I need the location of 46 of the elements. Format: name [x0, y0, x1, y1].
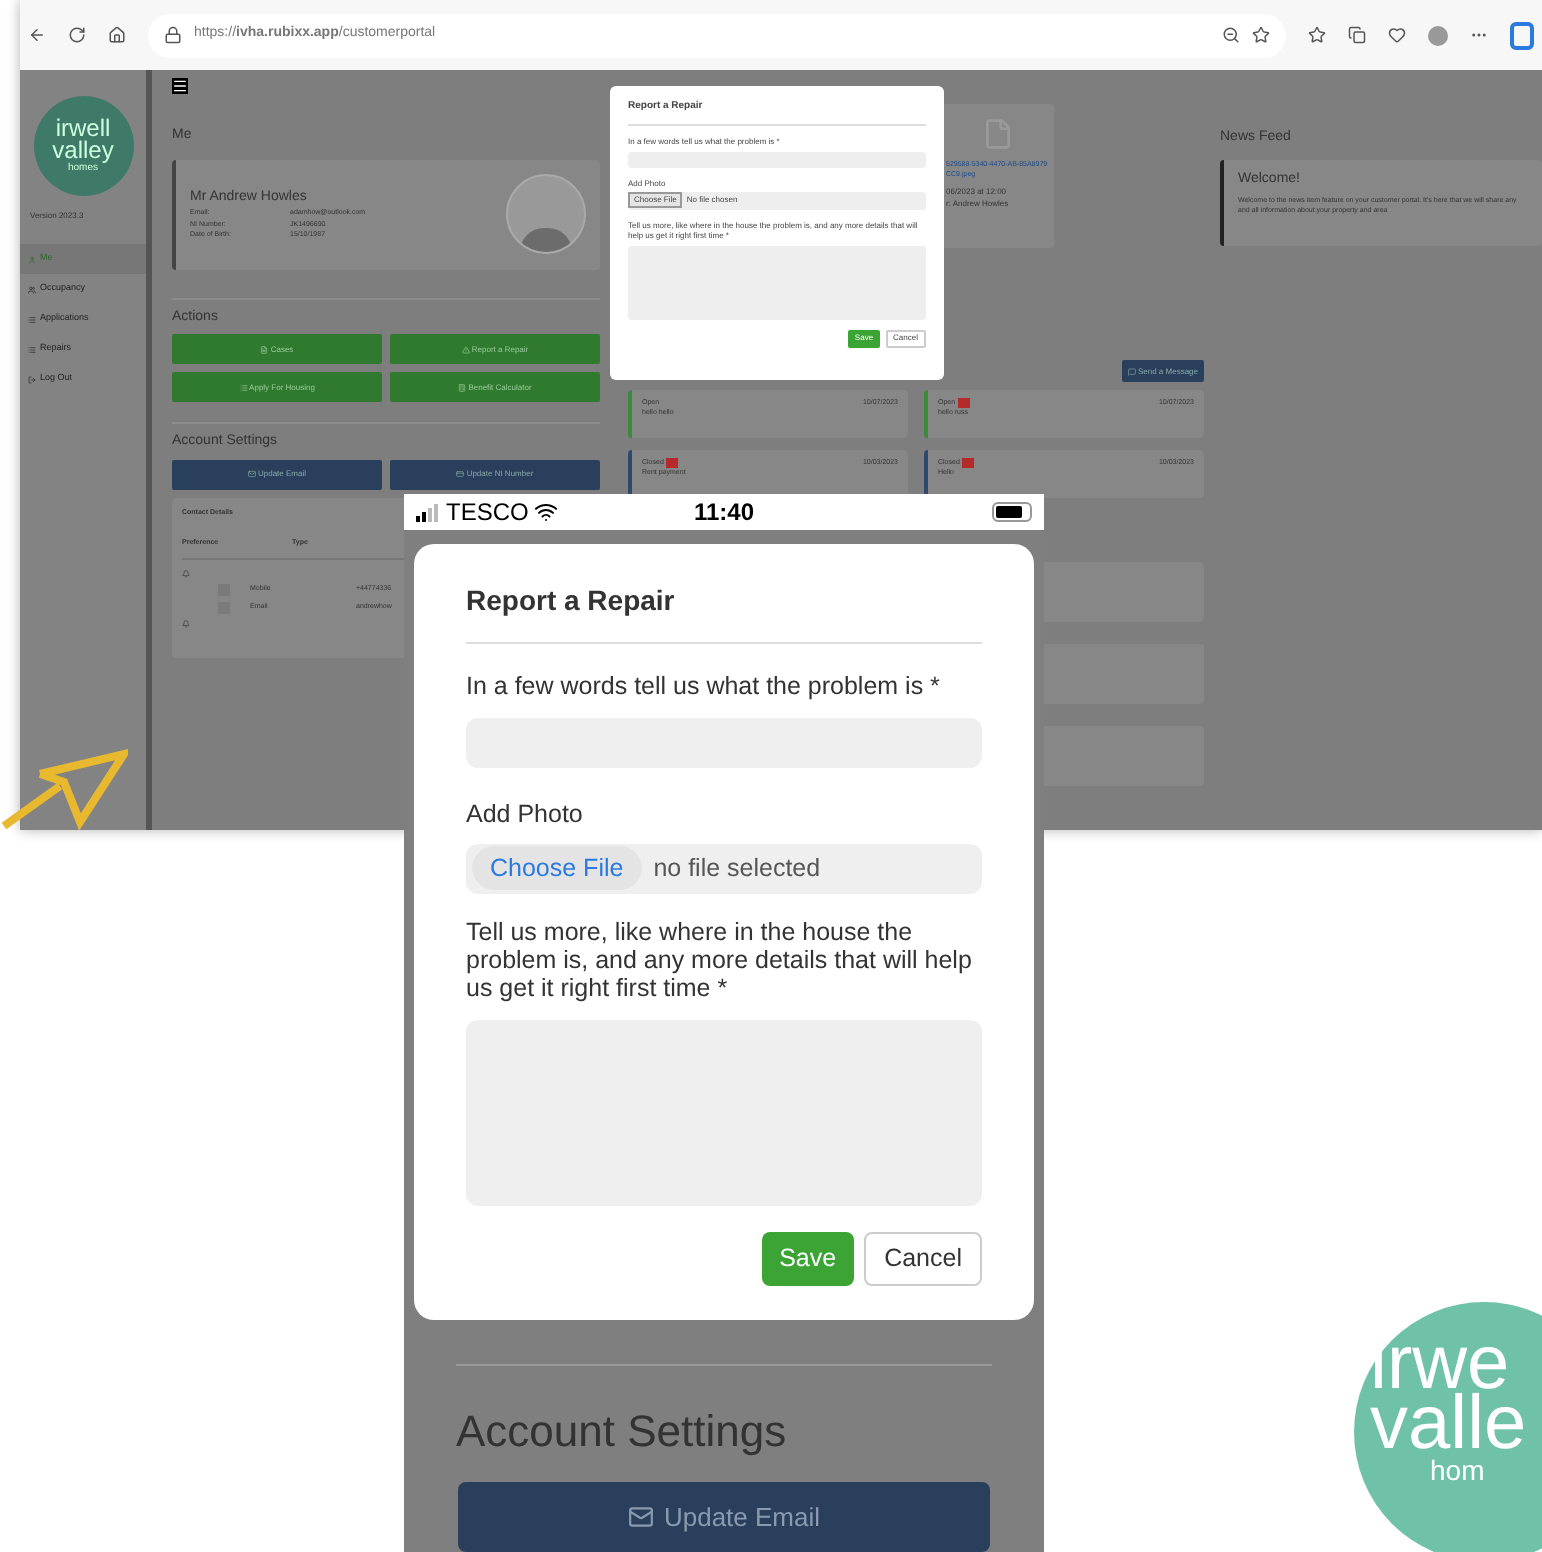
button-icon	[260, 345, 269, 353]
logo-text: hom	[1428, 1454, 1487, 1486]
favorite-star-icon[interactable]	[1252, 26, 1270, 44]
button-icon	[461, 345, 470, 353]
favorites-icon[interactable]	[1308, 26, 1326, 44]
save-button[interactable]: Save	[761, 1231, 855, 1285]
logo-text: irwell	[55, 118, 111, 140]
nav-icon	[28, 345, 36, 353]
heart-icon[interactable]	[1388, 26, 1406, 44]
button-icon	[458, 383, 467, 391]
dialog-title: Report a Repair	[466, 580, 982, 644]
logo-text: valle	[1370, 1394, 1529, 1454]
field-label: Tell us more, like where in the house the problem is, and any more details that will help us get it right first time *	[466, 917, 974, 1001]
refresh-icon[interactable]	[68, 26, 86, 44]
nav-icon	[28, 375, 36, 383]
button-icon	[239, 383, 248, 391]
carrier-name: TESCO	[446, 496, 529, 530]
file-field[interactable]: Choose File no file selected	[466, 843, 982, 893]
envelope-icon	[627, 1504, 654, 1530]
zoom-icon[interactable]	[1222, 26, 1240, 44]
nav-icon	[28, 315, 36, 323]
chat-bubble-icon	[1127, 367, 1136, 375]
field-label: Add Photo	[466, 797, 585, 832]
button-icon	[247, 470, 256, 478]
home-icon[interactable]	[108, 26, 126, 44]
cancel-button[interactable]: Cancel	[864, 1231, 982, 1285]
update-email-button[interactable]: Update Email	[458, 1482, 990, 1552]
logo-text: irwe	[1370, 1334, 1510, 1394]
nav-icon	[28, 285, 36, 293]
section-heading: Account Settings	[456, 1404, 789, 1460]
avatar-silhouette	[506, 174, 586, 254]
menu-icon[interactable]	[172, 78, 188, 94]
battery-icon	[992, 502, 1033, 522]
file-status: no file selected	[653, 851, 821, 886]
back-icon[interactable]	[28, 26, 46, 44]
profile-avatar[interactable]	[1428, 25, 1448, 45]
signal-icon	[416, 503, 440, 521]
lock-icon	[164, 26, 182, 44]
nav-icon	[28, 255, 36, 263]
clock-time: 11:40	[691, 496, 757, 530]
choose-file-button[interactable]: Choose File	[472, 845, 642, 891]
button-icon	[456, 470, 465, 478]
field-label: In a few words tell us what the problem is *	[466, 670, 942, 704]
collections-icon[interactable]	[1348, 26, 1366, 44]
logo-text: valley	[52, 140, 114, 162]
annotation-arrow-icon	[0, 746, 128, 830]
